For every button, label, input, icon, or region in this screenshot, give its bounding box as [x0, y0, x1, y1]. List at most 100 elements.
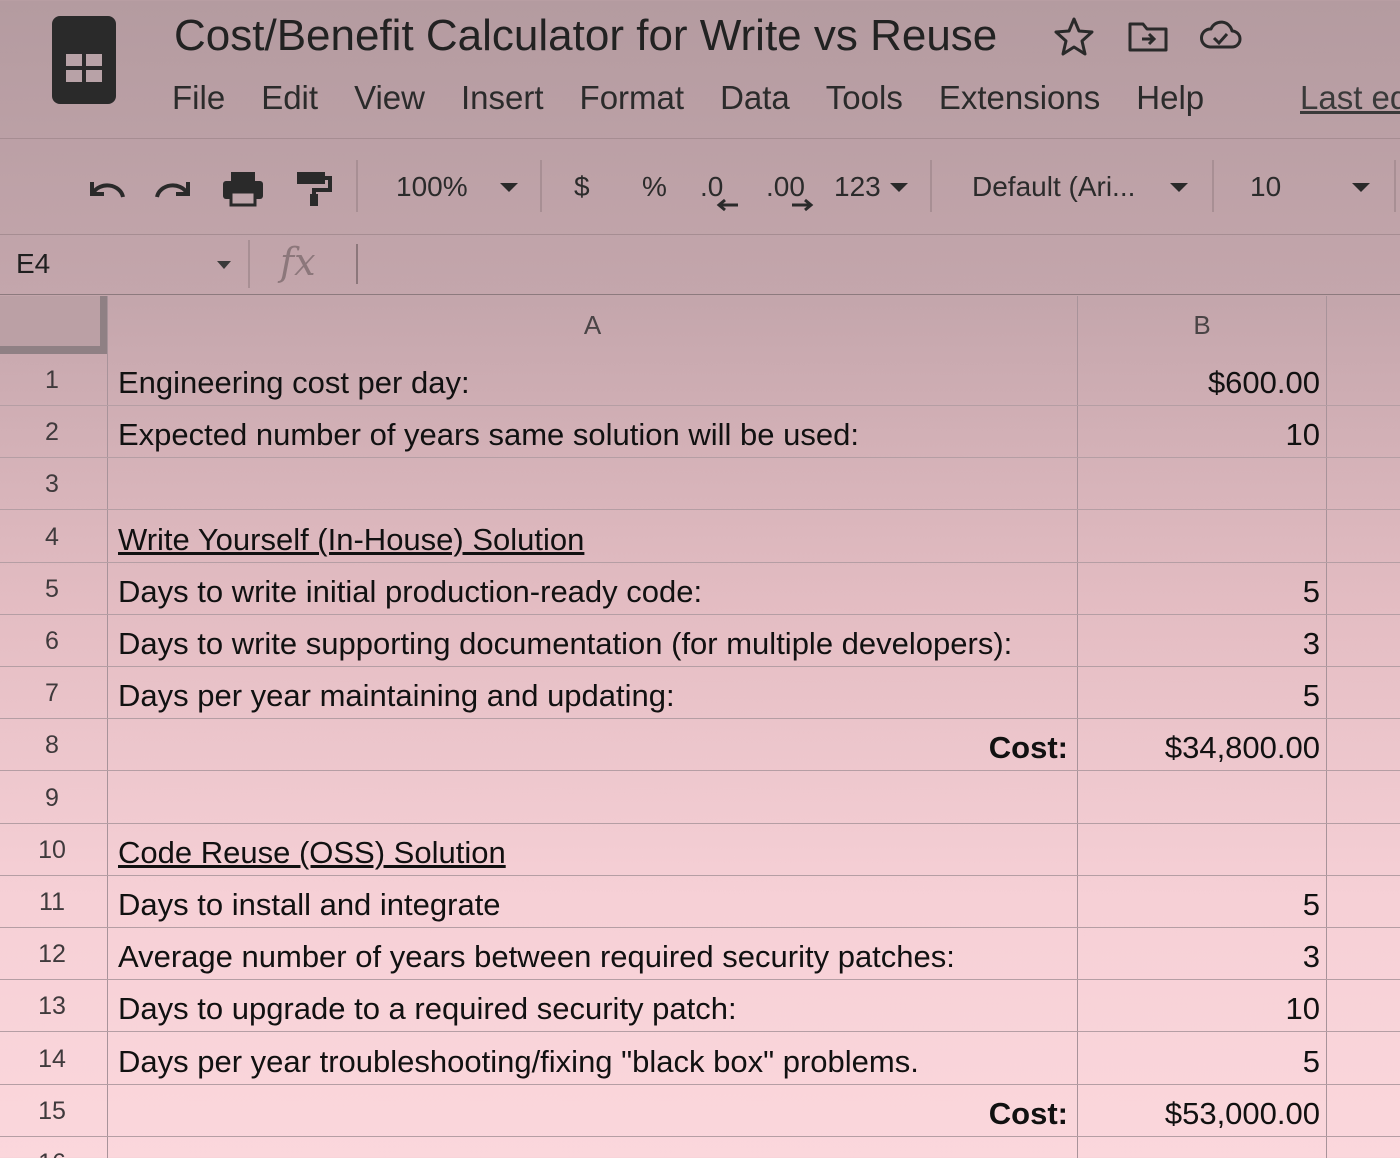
cell-b10[interactable] [1082, 827, 1320, 879]
cell-b2[interactable]: 10 [1082, 409, 1320, 461]
font-size-select[interactable]: 10 [1250, 162, 1281, 212]
row-header[interactable]: 6 [0, 615, 104, 667]
cell-a16[interactable] [118, 1140, 1073, 1158]
chevron-down-icon[interactable] [498, 162, 520, 212]
formula-cursor [356, 244, 358, 284]
cell-b1[interactable]: $600.00 [1082, 357, 1320, 409]
menu-help[interactable]: Help [1136, 76, 1204, 120]
cell-a4[interactable]: Write Yourself (In-House) Solution [118, 514, 1073, 566]
last-edit-link[interactable]: Last ed [1300, 76, 1400, 120]
menu-extensions[interactable]: Extensions [939, 76, 1100, 120]
cell-a1[interactable]: Engineering cost per day: [118, 357, 1073, 409]
cell-b4[interactable] [1082, 514, 1320, 566]
row-header[interactable]: 15 [0, 1085, 104, 1137]
chevron-down-icon[interactable] [1350, 162, 1372, 212]
chevron-down-icon[interactable] [1168, 162, 1190, 212]
cell-a11[interactable]: Days to install and integrate [118, 879, 1073, 931]
chevron-down-icon[interactable] [888, 162, 910, 212]
cell-b16[interactable] [1082, 1140, 1320, 1158]
formula-separator [248, 240, 250, 288]
document-title[interactable]: Cost/Benefit Calculator for Write vs Reu… [174, 8, 997, 64]
cell-b13[interactable]: 10 [1082, 983, 1320, 1035]
row-header[interactable]: 11 [0, 876, 104, 928]
name-box[interactable]: E4 [16, 244, 50, 284]
percent-format-button[interactable]: % [642, 162, 667, 212]
row-header[interactable]: 12 [0, 928, 104, 980]
row-header[interactable]: 1 [0, 354, 104, 406]
cell-b6[interactable]: 3 [1082, 618, 1320, 670]
fx-icon: fx [280, 240, 316, 284]
cell-a6[interactable]: Days to write supporting documentation (… [118, 618, 1073, 670]
cell-b5[interactable]: 5 [1082, 566, 1320, 618]
divider [0, 294, 1400, 295]
menu-data[interactable]: Data [720, 76, 790, 120]
sheets-logo-icon[interactable] [52, 16, 116, 104]
paint-format-icon[interactable] [294, 162, 334, 212]
cell-a5[interactable]: Days to write initial production-ready c… [118, 566, 1073, 618]
cell-a15[interactable]: Cost: [108, 1088, 1068, 1140]
arrow-right-icon [790, 198, 814, 217]
cloud-saved-icon[interactable] [1198, 14, 1242, 58]
divider [0, 234, 1400, 235]
menu-file[interactable]: File [172, 76, 225, 120]
redo-icon[interactable] [152, 162, 196, 212]
more-formats-button[interactable]: 123 [834, 162, 881, 212]
cell-a14[interactable]: Days per year troubleshooting/fixing "bl… [118, 1036, 1073, 1088]
divider [0, 138, 1400, 139]
cell-a3[interactable] [118, 461, 1073, 513]
cell-a8[interactable]: Cost: [108, 722, 1068, 774]
toolbar-separator [1212, 160, 1214, 212]
cell-a13[interactable]: Days to upgrade to a required security p… [118, 983, 1073, 1035]
cell-b15[interactable]: $53,000.00 [1082, 1088, 1320, 1140]
select-all-corner[interactable] [0, 296, 100, 346]
arrow-left-icon [716, 198, 740, 217]
toolbar-separator [540, 160, 542, 212]
row-header[interactable]: 7 [0, 667, 104, 719]
toolbar-separator [1394, 160, 1396, 212]
print-icon[interactable] [220, 162, 266, 212]
cell-a7[interactable]: Days per year maintaining and updating: [118, 670, 1073, 722]
row-header[interactable]: 8 [0, 719, 104, 771]
menu-edit[interactable]: Edit [261, 76, 318, 120]
frozen-row-divider[interactable] [0, 346, 108, 354]
row-header[interactable]: 16 [0, 1137, 104, 1158]
chevron-down-icon[interactable] [216, 258, 232, 276]
grid-line [1326, 296, 1327, 1158]
column-header-a[interactable]: A [108, 296, 1077, 354]
row-header[interactable]: 9 [0, 772, 104, 824]
menu-tools[interactable]: Tools [826, 76, 903, 120]
menu-format[interactable]: Format [580, 76, 685, 120]
menu-insert[interactable]: Insert [461, 76, 544, 120]
menu-bar: File Edit View Insert Format Data Tools … [172, 76, 1240, 120]
cell-a10[interactable]: Code Reuse (OSS) Solution [118, 827, 1073, 879]
star-icon[interactable] [1052, 14, 1096, 58]
cell-b14[interactable]: 5 [1082, 1036, 1320, 1088]
cell-b11[interactable]: 5 [1082, 879, 1320, 931]
undo-icon[interactable] [84, 162, 128, 212]
cell-b7[interactable]: 5 [1082, 670, 1320, 722]
row-header[interactable]: 10 [0, 824, 104, 876]
cell-a12[interactable]: Average number of years between required… [118, 931, 1073, 983]
cell-b3[interactable] [1082, 461, 1320, 513]
row-header[interactable]: 3 [0, 458, 104, 510]
cell-a9[interactable] [118, 775, 1073, 827]
font-family-select[interactable]: Default (Ari... [972, 162, 1135, 212]
toolbar-separator [930, 160, 932, 212]
row-header[interactable]: 13 [0, 980, 104, 1032]
cell-b8[interactable]: $34,800.00 [1082, 722, 1320, 774]
currency-format-button[interactable]: $ [574, 162, 590, 212]
formula-input[interactable] [372, 244, 1372, 284]
cell-a2[interactable]: Expected number of years same solution w… [118, 409, 1073, 461]
row-header[interactable]: 4 [0, 511, 104, 563]
move-folder-icon[interactable] [1126, 14, 1170, 58]
cell-b12[interactable]: 3 [1082, 931, 1320, 983]
toolbar-separator [356, 160, 358, 212]
zoom-select[interactable]: 100% [396, 162, 468, 212]
row-header[interactable]: 14 [0, 1033, 104, 1085]
cell-b9[interactable] [1082, 775, 1320, 827]
column-header-b[interactable]: B [1078, 296, 1326, 354]
row-header[interactable]: 2 [0, 406, 104, 458]
row-header[interactable]: 5 [0, 563, 104, 615]
grid-line [1077, 296, 1078, 1158]
menu-view[interactable]: View [354, 76, 425, 120]
